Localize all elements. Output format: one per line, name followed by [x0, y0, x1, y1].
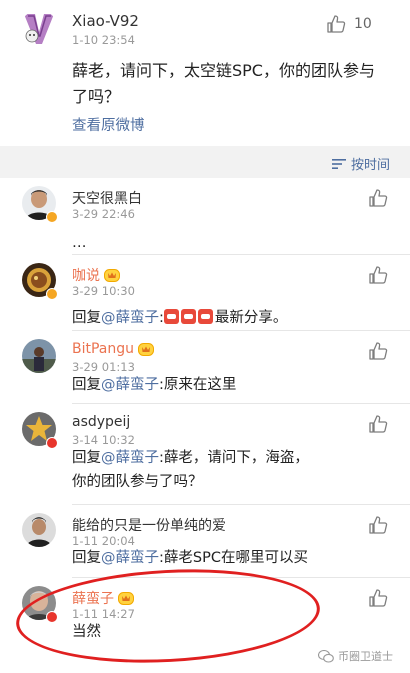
thumbs-up-icon[interactable]	[368, 515, 388, 535]
verified-badge	[46, 288, 58, 300]
verified-badge	[46, 211, 58, 223]
commenter-name[interactable]: 咖说	[72, 265, 120, 285]
comment-item: 能给的只是一份单纯的爱 1-11 20:04 回复@薛蛮子:薛老SPC在哪里可以…	[0, 505, 410, 577]
thumbs-up-icon[interactable]	[368, 265, 388, 285]
commenter-name[interactable]: 能给的只是一份单纯的爱	[72, 515, 226, 535]
vip-crown-icon	[138, 342, 155, 356]
wechat-icon	[318, 649, 334, 663]
thumbs-up-icon[interactable]	[368, 188, 388, 208]
comment-item: BitPangu 3-29 01:13 回复@薛蛮子:原来在这里	[0, 331, 410, 403]
sort-label: 按时间	[350, 158, 390, 173]
post-like-count: 10	[354, 16, 372, 32]
thumbs-up-icon[interactable]	[368, 588, 388, 608]
commenter-name[interactable]: BitPangu	[72, 341, 155, 357]
sort-row: 按时间	[0, 146, 410, 178]
comment-item: 天空很黑白 3-29 22:46 …	[0, 178, 410, 254]
reply-text: 最新分享。	[214, 310, 288, 326]
reply-prefix: 回复	[72, 550, 101, 566]
commenter-avatar[interactable]	[22, 339, 56, 373]
verified-badge	[46, 437, 58, 449]
reply-text: :原来在这里	[159, 377, 237, 393]
comment-item: asdypeij 3-14 10:32 回复@薛蛮子:薛老，请问下，海盗，你的团…	[0, 404, 410, 504]
post-like-button[interactable]: 10	[326, 12, 398, 36]
reply-prefix: 回复	[72, 377, 101, 393]
emoji-icon	[197, 309, 213, 324]
comment-text: …	[72, 235, 87, 251]
mention-link[interactable]: @薛蛮子	[101, 377, 159, 393]
comment-time: 3-29 22:46	[72, 207, 135, 221]
reply-prefix: 回复	[72, 450, 101, 466]
thumbs-up-icon[interactable]	[368, 341, 388, 361]
thumbs-up-icon[interactable]	[368, 414, 388, 434]
comment-time: 3-14 10:32	[72, 433, 135, 447]
sort-lines-icon	[331, 158, 346, 169]
mention-link[interactable]: @薛蛮子	[101, 310, 159, 326]
emoji-icon	[180, 309, 196, 324]
xiao-v92-avatar[interactable]	[20, 10, 58, 48]
commenter-name[interactable]: 天空很黑白	[72, 188, 142, 208]
sort-by-time-button[interactable]: 按时间	[331, 154, 390, 173]
vip-crown-icon	[104, 268, 120, 282]
comment-item: 咖说 3-29 10:30 回复@薛蛮子: 最新分享。	[0, 255, 410, 330]
reply-text: :薛老SPC在哪里可以买	[159, 550, 308, 566]
reply-prefix: 回复	[72, 310, 101, 326]
post-timestamp: 1-10 23:54	[72, 33, 135, 47]
emoji-icon	[163, 309, 179, 324]
comment-time: 3-29 10:30	[72, 284, 135, 298]
mention-link[interactable]: @薛蛮子	[101, 450, 159, 466]
commenter-name[interactable]: asdypeij	[72, 414, 130, 430]
comment-text: 回复@薛蛮子: 最新分享。	[72, 309, 288, 326]
comment-text: 回复@薛蛮子:原来在这里	[72, 373, 394, 397]
original-post-card: Xiao-V92 1-10 23:54 10 薛老，请问下，太空链SPC，你的团…	[0, 0, 410, 146]
watermark-text: 币圈卫道士	[338, 650, 393, 663]
commenter-avatar[interactable]	[22, 513, 56, 547]
comment-time: 3-29 01:13	[72, 360, 135, 374]
thumbs-up-icon	[327, 15, 346, 33]
view-original-weibo-link[interactable]: 查看原微博	[72, 114, 145, 135]
watermark: 币圈卫道士	[318, 648, 393, 664]
comment-thread-screen: Xiao-V92 1-10 23:54 10 薛老，请问下，太空链SPC，你的团…	[0, 0, 410, 673]
comment-text: 回复@薛蛮子:薛老SPC在哪里可以买	[72, 546, 394, 570]
post-text: 薛老，请问下，太空链SPC，你的团队参与了吗？	[72, 61, 375, 106]
comment-text: 回复@薛蛮子:薛老，请问下，海盗，你的团队参与了吗？	[72, 446, 322, 494]
mention-link[interactable]: @薛蛮子	[101, 550, 159, 566]
post-author-name[interactable]: Xiao-V92	[72, 12, 139, 30]
